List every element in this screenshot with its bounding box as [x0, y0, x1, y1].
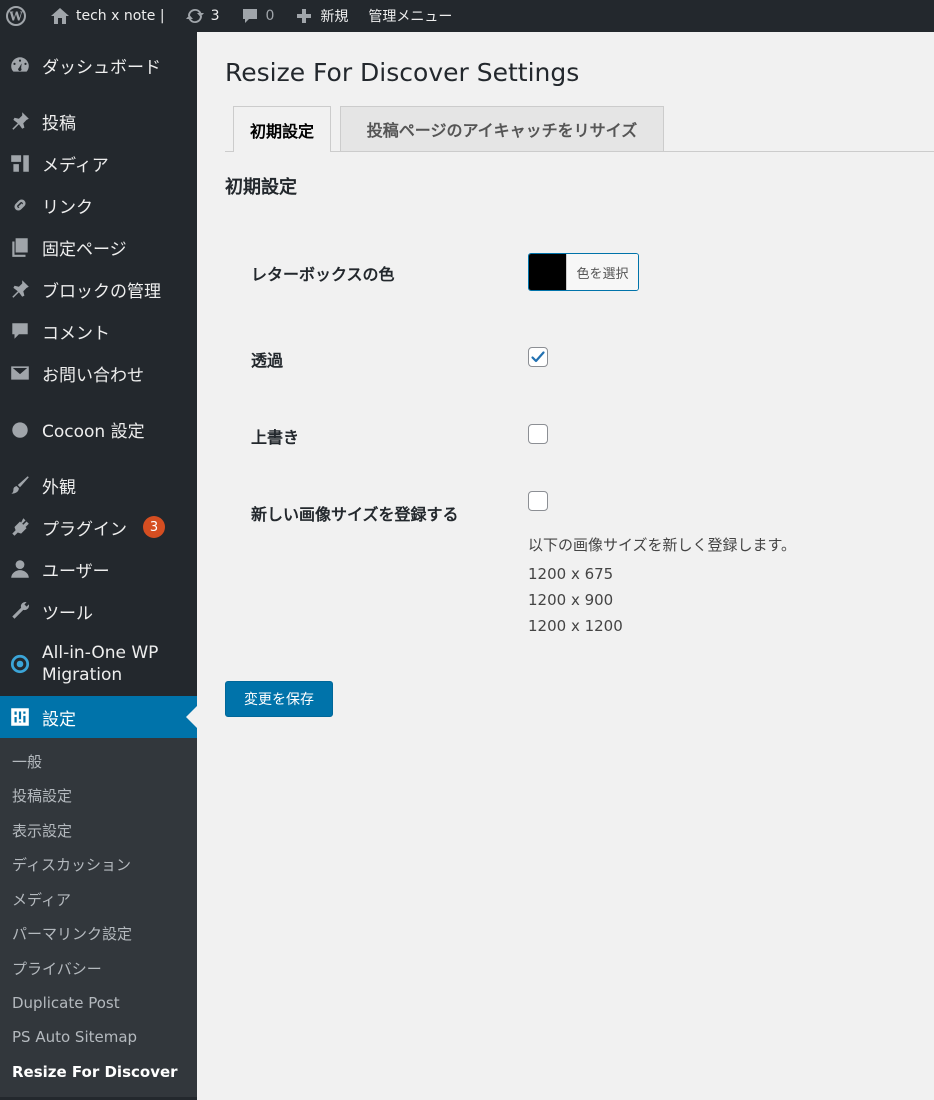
site-name: tech x note |: [76, 8, 165, 24]
tab-initial-settings[interactable]: 初期設定: [233, 106, 331, 152]
section-title: 初期設定: [225, 177, 297, 198]
save-changes-button[interactable]: 変更を保存: [225, 681, 333, 717]
admin-bar: W tech x note | 3 0 新規 管理メニュー: [0, 0, 934, 32]
submenu-ps-auto-sitemap[interactable]: PS Auto Sitemap: [0, 1020, 197, 1055]
page-icon: [8, 235, 32, 259]
letterbox-color-label: レターボックスの色: [251, 265, 395, 284]
submenu-duplicate-post[interactable]: Duplicate Post: [0, 986, 197, 1021]
admin-menu-label: 管理メニュー: [368, 9, 453, 25]
wrench-icon: [8, 599, 32, 623]
settings-icon: [8, 705, 32, 729]
menu-tools[interactable]: ツール: [0, 590, 197, 632]
comment-icon: [8, 319, 32, 343]
submenu-permalinks[interactable]: パーマリンク設定: [0, 917, 197, 952]
menu-comments[interactable]: コメント: [0, 310, 197, 352]
submenu-media[interactable]: メディア: [0, 882, 197, 917]
select-color-button[interactable]: 色を選択: [566, 254, 638, 290]
settings-submenu: 一般 投稿設定 表示設定 ディスカッション メディア パーマリンク設定 プライバ…: [0, 738, 197, 1097]
submenu-reading[interactable]: 表示設定: [0, 813, 197, 848]
user-icon: [8, 557, 32, 581]
menu-settings[interactable]: 設定: [0, 696, 197, 738]
menu-pages[interactable]: 固定ページ: [0, 226, 197, 268]
new-content-menu[interactable]: 新規: [284, 0, 358, 32]
comments-count: 0: [265, 8, 275, 24]
menu-contact[interactable]: お問い合わせ: [0, 352, 197, 394]
checkmark-icon: [531, 351, 545, 363]
color-swatch[interactable]: [529, 254, 566, 290]
circle-icon: [8, 417, 32, 441]
menu-all-in-one-wp-migration[interactable]: All-in-One WP Migration: [0, 632, 197, 696]
transparency-checkbox[interactable]: [528, 347, 548, 367]
plugin-update-badge: 3: [143, 516, 165, 538]
transparency-label: 透過: [251, 351, 284, 370]
submenu-writing[interactable]: 投稿設定: [0, 779, 197, 814]
plugin-icon: [8, 515, 32, 539]
register-sizes-description: 以下の画像サイズを新しく登録します。: [528, 536, 797, 554]
pin-icon: [8, 277, 32, 301]
updates-icon: [185, 6, 205, 26]
new-label: 新規: [320, 9, 349, 25]
menu-appearance[interactable]: 外観: [0, 464, 197, 506]
menu-links[interactable]: リンク: [0, 184, 197, 226]
submenu-privacy[interactable]: プライバシー: [0, 951, 197, 986]
pin-icon: [8, 109, 32, 133]
mail-icon: [8, 361, 32, 385]
tab-resize-eyecatch[interactable]: 投稿ページのアイキャッチをリサイズ: [340, 106, 664, 151]
media-icon: [8, 151, 32, 175]
wordpress-logo-icon: W: [6, 6, 26, 26]
letterbox-color-picker[interactable]: 色を選択: [528, 253, 639, 291]
menu-users[interactable]: ユーザー: [0, 548, 197, 590]
svg-text:W: W: [8, 10, 23, 24]
menu-media[interactable]: メディア: [0, 142, 197, 184]
register-sizes-label: 新しい画像サイズを登録する: [251, 505, 459, 524]
admin-menu-link[interactable]: 管理メニュー: [358, 0, 462, 32]
main-content: Resize For Discover Settings 初期設定 投稿ページの…: [197, 32, 934, 1100]
migration-icon: [8, 652, 32, 676]
menu-dashboard[interactable]: ダッシュボード: [0, 44, 197, 86]
admin-sidebar: ダッシュボード 投稿 メディア リンク 固定ページ ブロックの管理 コメント お…: [0, 32, 197, 1100]
image-size-item: 1200 x 1200: [528, 617, 623, 635]
page-title: Resize For Discover Settings: [225, 58, 580, 87]
submenu-resize-for-discover[interactable]: Resize For Discover: [0, 1055, 197, 1090]
site-name-menu[interactable]: tech x note |: [40, 0, 175, 32]
comment-bubble-icon: [240, 6, 260, 26]
link-icon: [8, 193, 32, 217]
updates-menu[interactable]: 3: [175, 0, 230, 32]
wp-logo-menu[interactable]: W: [0, 0, 40, 32]
submenu-discussion[interactable]: ディスカッション: [0, 848, 197, 883]
menu-cocoon-settings[interactable]: Cocoon 設定: [0, 408, 197, 450]
overwrite-checkbox[interactable]: [528, 424, 548, 444]
home-icon: [50, 6, 70, 26]
dashboard-icon: [8, 53, 32, 77]
menu-posts[interactable]: 投稿: [0, 100, 197, 142]
register-sizes-checkbox[interactable]: [528, 491, 548, 511]
submenu-general[interactable]: 一般: [0, 744, 197, 779]
plus-icon: [294, 6, 314, 26]
menu-plugins[interactable]: プラグイン 3: [0, 506, 197, 548]
image-size-item: 1200 x 675: [528, 565, 614, 583]
comments-menu[interactable]: 0: [230, 0, 285, 32]
overwrite-label: 上書き: [251, 428, 300, 447]
menu-block-management[interactable]: ブロックの管理: [0, 268, 197, 310]
tab-bar: 初期設定 投稿ページのアイキャッチをリサイズ: [225, 106, 934, 152]
brush-icon: [8, 473, 32, 497]
updates-count: 3: [210, 8, 220, 24]
image-size-item: 1200 x 900: [528, 591, 614, 609]
